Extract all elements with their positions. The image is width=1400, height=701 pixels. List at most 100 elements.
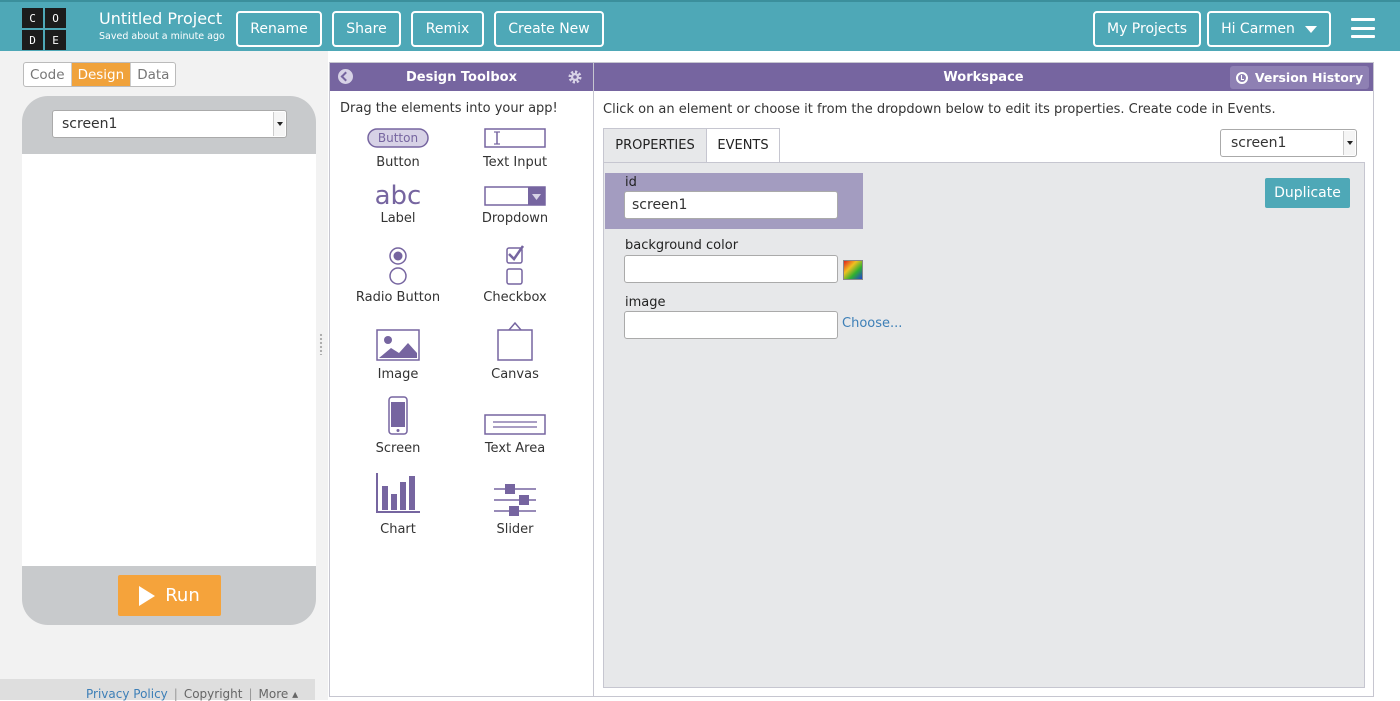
button-preview-text: Button	[378, 131, 418, 145]
toolbox-item-label: Dropdown	[481, 211, 549, 226]
app-screen-canvas[interactable]	[22, 154, 316, 566]
text-area-icon	[484, 414, 546, 435]
screen-select-value: screen1	[62, 116, 118, 132]
background-color-label: background color	[625, 238, 739, 253]
project-title: Untitled Project	[99, 9, 223, 28]
choose-image-link[interactable]: Choose...	[842, 316, 902, 331]
image-input[interactable]	[624, 311, 838, 339]
toolbox-item-slider[interactable]: Slider	[465, 482, 565, 537]
toolbox-item-label: Text Area	[484, 441, 546, 456]
toolbox-item-text-input[interactable]: Text Input	[465, 127, 565, 172]
checkbox-icon	[506, 245, 525, 285]
element-select[interactable]: screen1	[1220, 129, 1357, 157]
label-preview-text: abc	[375, 181, 422, 209]
screen-icon	[388, 396, 408, 435]
button-icon: Button	[367, 128, 429, 148]
top-header: C O D E Untitled Project Saved about a m…	[0, 0, 1400, 51]
toolbox-item-dropdown[interactable]: Dropdown	[465, 183, 565, 229]
toolbox-item-screen[interactable]: Screen	[348, 396, 448, 456]
pane-resize-handle[interactable]	[319, 333, 324, 355]
collapse-arrow-icon[interactable]	[338, 69, 353, 84]
toolbox-item-text-area[interactable]: Text Area	[465, 414, 565, 456]
toolbox-item-label: Text Input	[482, 155, 548, 170]
mode-design-button[interactable]: Design	[71, 63, 132, 86]
workspace-header: Workspace Version History	[594, 63, 1373, 91]
code-org-logo[interactable]: C O D E	[22, 8, 66, 50]
toolbox-title: Design Toolbox	[406, 69, 517, 85]
share-button[interactable]: Share	[332, 11, 401, 47]
slider-icon	[494, 484, 536, 516]
toolbox-item-label: Image	[377, 367, 419, 382]
dropdown-arrow-icon	[273, 112, 285, 136]
toolbox-item-radio-button[interactable]: Radio Button	[348, 246, 448, 306]
app-preview-pane: Code Design Data screen1 Run Privacy Pol…	[0, 51, 328, 701]
color-picker-icon[interactable]	[843, 260, 863, 280]
design-toolbox: Design Toolbox Drag the elements into yo…	[329, 62, 593, 697]
rename-button[interactable]: Rename	[236, 11, 322, 47]
duplicate-button[interactable]: Duplicate	[1265, 178, 1350, 208]
gear-icon[interactable]	[567, 69, 583, 85]
mode-code-button[interactable]: Code	[24, 63, 72, 86]
id-label: id	[625, 175, 637, 190]
play-icon	[139, 585, 156, 606]
copyright-link[interactable]: Copyright	[184, 687, 243, 701]
run-label: Run	[165, 585, 200, 606]
my-projects-button[interactable]: My Projects	[1093, 11, 1201, 47]
toolbox-item-label: Chart	[380, 522, 416, 537]
toolbox-item-label: Slider	[496, 522, 534, 537]
tab-events[interactable]: EVENTS	[706, 128, 780, 162]
properties-panel: id screen1 background color image Choose…	[603, 162, 1365, 688]
mode-data-button[interactable]: Data	[131, 63, 175, 86]
toolbox-item-chart[interactable]: Chart	[348, 472, 448, 537]
toolbox-item-checkbox[interactable]: Checkbox	[465, 244, 565, 306]
run-button[interactable]: Run	[118, 575, 221, 616]
logo-letter: O	[45, 8, 66, 28]
dropdown-arrow-icon	[1343, 131, 1355, 155]
toolbox-hint: Drag the elements into your app!	[340, 101, 558, 116]
chart-icon	[376, 473, 420, 513]
user-menu-button[interactable]: Hi Carmen	[1207, 11, 1331, 47]
footer: Privacy Policy | Copyright | More ▴	[0, 679, 315, 701]
version-history-label: Version History	[1254, 70, 1364, 85]
text-input-icon	[484, 128, 546, 148]
screen-select[interactable]: screen1	[52, 110, 287, 138]
canvas-icon	[497, 321, 533, 361]
logo-letter: C	[22, 8, 43, 28]
logo-letter: D	[22, 30, 43, 50]
user-greeting: Hi Carmen	[1221, 21, 1295, 37]
toolbox-header: Design Toolbox	[330, 63, 593, 91]
background-color-input[interactable]	[624, 255, 838, 283]
workspace-hint: Click on an element or choose it from th…	[603, 102, 1276, 117]
version-history-button[interactable]: Version History	[1230, 66, 1369, 89]
id-input[interactable]: screen1	[624, 191, 838, 219]
image-icon	[376, 329, 420, 361]
toolbox-item-label: Label	[380, 211, 416, 226]
toolbox-item-label: Button	[376, 155, 420, 170]
create-new-button[interactable]: Create New	[494, 11, 604, 47]
label-icon: abc	[375, 181, 422, 209]
toolbox-item-label: Checkbox	[483, 290, 547, 305]
remix-button[interactable]: Remix	[411, 11, 484, 47]
saved-status: Saved about a minute ago	[99, 31, 225, 42]
logo-letter: E	[45, 30, 66, 50]
workspace-title: Workspace	[943, 69, 1024, 85]
dropdown-icon	[484, 186, 546, 206]
hamburger-menu-icon[interactable]	[1351, 18, 1375, 38]
more-link[interactable]: More	[259, 687, 289, 701]
toolbox-item-canvas[interactable]: Canvas	[465, 321, 565, 382]
toolbox-item-button[interactable]: Button Button	[348, 127, 448, 172]
element-select-value: screen1	[1231, 135, 1287, 151]
clock-icon	[1235, 71, 1248, 84]
image-label: image	[625, 295, 666, 310]
privacy-policy-link[interactable]: Privacy Policy	[86, 687, 168, 701]
toolbox-item-label: Canvas	[491, 367, 539, 382]
toolbox-item-label: Screen	[375, 441, 421, 456]
toolbox-item-label[interactable]: abc Label	[348, 181, 448, 229]
tab-properties[interactable]: PROPERTIES	[603, 128, 707, 162]
mode-toggle: Code Design Data	[23, 62, 177, 87]
phone-frame: screen1 Run	[22, 96, 316, 625]
workspace-panel: Workspace Version History Click on an el…	[593, 62, 1374, 697]
toolbox-item-image[interactable]: Image	[348, 329, 448, 382]
radio-button-icon	[389, 247, 407, 285]
chevron-down-icon	[1304, 25, 1317, 33]
